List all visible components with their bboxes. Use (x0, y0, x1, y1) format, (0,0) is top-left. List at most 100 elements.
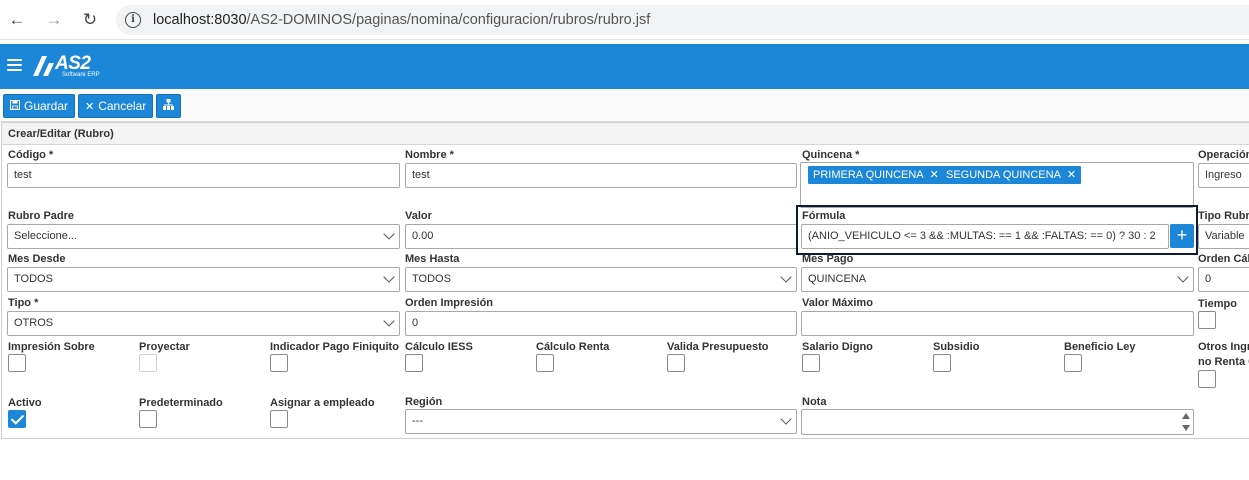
mes-hasta-label: Mes Hasta (405, 253, 460, 265)
proyectar-label: Proyectar (139, 341, 190, 353)
chevron-down-icon (1177, 271, 1189, 283)
mes-hasta-value: TODOS (412, 273, 451, 285)
valida-presupuesto-label: Valida Presupuesto (667, 341, 769, 353)
mes-desde-value: TODOS (14, 273, 53, 285)
tipo-rubro-label: Tipo Rubr (1198, 210, 1249, 222)
otros-ingresos-checkbox[interactable] (1198, 370, 1216, 388)
calculo-iess-label: Cálculo IESS (405, 341, 473, 353)
back-arrow-icon[interactable]: ← (6, 9, 28, 31)
subsidio-checkbox[interactable] (933, 354, 951, 372)
cancel-button[interactable]: ✕ Cancelar (78, 94, 154, 118)
tipo-select[interactable]: OTROS (7, 311, 400, 336)
remove-chip-icon[interactable]: ✕ (1067, 169, 1076, 181)
impresion-sobre-checkbox[interactable] (8, 354, 26, 372)
codigo-label: Código * (8, 149, 54, 161)
otros-ingresos-label-line2: no Renta C (1198, 356, 1249, 368)
rubro-padre-value: Seleccione... (14, 230, 77, 242)
mes-hasta-select[interactable]: TODOS (405, 267, 797, 292)
chevron-down-icon (780, 271, 792, 283)
add-formula-button[interactable]: + (1170, 224, 1194, 248)
chevron-down-icon (383, 315, 395, 327)
panel-title: Crear/Editar (Rubro) (2, 123, 1249, 145)
tipo-rubro-select[interactable]: Variable (1198, 224, 1249, 249)
calculo-renta-label: Cálculo Renta (536, 341, 610, 353)
orden-calculo-input[interactable]: 0 (1198, 267, 1249, 292)
tipo-label: Tipo * (8, 297, 39, 309)
sitemap-button[interactable] (156, 94, 181, 118)
nota-label: Nota (802, 396, 827, 408)
forward-arrow-icon[interactable]: → (43, 9, 65, 31)
action-toolbar: Guardar ✕ Cancelar (0, 89, 1249, 122)
predeterminado-label: Predeterminado (139, 397, 223, 409)
asignar-empleado-label: Asignar a empleado (270, 397, 375, 409)
region-label: Región (405, 396, 443, 408)
codigo-input[interactable]: test (7, 163, 400, 188)
operacion-select[interactable]: Ingreso (1198, 163, 1249, 188)
mes-pago-value: QUINCENA (808, 273, 867, 285)
region-select[interactable]: --- (405, 409, 797, 434)
valida-presupuesto-checkbox[interactable] (667, 354, 685, 372)
chevron-down-icon (383, 228, 395, 240)
indicador-pago-finiquito-checkbox[interactable] (270, 354, 288, 372)
spin-down-icon[interactable] (1182, 425, 1190, 431)
plus-icon: + (1176, 225, 1188, 245)
url-path: /AS2-DOMINOS/paginas/nomina/configuracio… (246, 12, 651, 28)
floppy-disk-icon (10, 96, 20, 118)
quincena-chip: PRIMERA QUINCENA ✕ (808, 166, 944, 184)
formula-input[interactable]: (ANIO_VEHICULO <= 3 && :MULTAS: == 1 && … (801, 224, 1169, 249)
as2-logo: AS2 Software ERP (31, 52, 121, 80)
impresion-sobre-label: Impresión Sobre (8, 341, 95, 353)
calculo-iess-checkbox[interactable] (405, 354, 423, 372)
tiempo-label: Tiempo (1198, 298, 1237, 310)
site-info-icon[interactable]: i (125, 12, 141, 28)
mes-desde-select[interactable]: TODOS (7, 267, 400, 292)
save-label: Guardar (24, 99, 69, 113)
salario-digno-checkbox[interactable] (802, 354, 820, 372)
operacion-label: Operación (1198, 149, 1249, 161)
reload-icon[interactable]: ↻ (79, 9, 101, 31)
nota-textarea[interactable] (801, 409, 1194, 435)
quincena-multiselect[interactable]: PRIMERA QUINCENA ✕ SEGUNDA QUINCENA ✕ (800, 162, 1194, 208)
otros-ingresos-label: Otros Ingr (1198, 341, 1249, 353)
url-host: localhost:8030 (153, 12, 247, 28)
salario-digno-label: Salario Digno (802, 341, 873, 353)
orden-impresion-input[interactable]: 0 (405, 311, 797, 336)
nombre-input[interactable]: test (405, 163, 797, 188)
orden-impresion-label: Orden Impresión (405, 297, 494, 309)
tipo-value: OTROS (14, 317, 54, 329)
quincena-chip: SEGUNDA QUINCENA ✕ (941, 166, 1082, 184)
mes-pago-select[interactable]: QUINCENA (801, 267, 1194, 292)
mes-desde-label: Mes Desde (8, 253, 66, 265)
sitemap-icon (163, 99, 174, 113)
valor-input[interactable]: 0.00 (405, 224, 797, 249)
close-icon: ✕ (85, 101, 95, 113)
rubro-padre-select[interactable]: Seleccione... (7, 224, 400, 249)
menu-hamburger-icon[interactable] (7, 59, 22, 72)
address-bar[interactable]: i localhost:8030/AS2-DOMINOS/paginas/nom… (116, 5, 1249, 35)
calculo-renta-checkbox[interactable] (536, 354, 554, 372)
remove-chip-icon[interactable]: ✕ (930, 169, 939, 181)
beneficio-ley-checkbox[interactable] (1064, 354, 1082, 372)
valor-label: Valor (405, 210, 432, 222)
proyectar-checkbox[interactable] (139, 354, 157, 372)
activo-checkbox[interactable] (8, 410, 26, 428)
indicador-pago-finiquito-label: Indicador Pago Finiquito (270, 341, 399, 353)
save-button[interactable]: Guardar (3, 94, 76, 118)
valor-maximo-label: Valor Máximo (802, 297, 873, 309)
formula-label: Fórmula (802, 210, 846, 222)
cancel-label: Cancelar (98, 99, 147, 113)
chip-label: SEGUNDA QUINCENA (946, 169, 1061, 181)
app-header: AS2 Software ERP (0, 44, 1249, 89)
logo-subtitle: Software ERP (62, 72, 100, 78)
quincena-label: Quincena * (802, 149, 860, 161)
as2-logo-mark-icon (33, 56, 54, 76)
browser-toolbar: ← → ↻ i localhost:8030/AS2-DOMINOS/pagin… (0, 0, 1249, 40)
mes-pago-label: Mes Pago (802, 253, 854, 265)
spin-up-icon[interactable] (1182, 413, 1190, 419)
tiempo-checkbox[interactable] (1198, 311, 1216, 329)
url-text: localhost:8030/AS2-DOMINOS/paginas/nomin… (153, 12, 650, 28)
chevron-down-icon (383, 271, 395, 283)
valor-maximo-input[interactable] (801, 311, 1194, 336)
predeterminado-checkbox[interactable] (139, 410, 157, 428)
asignar-empleado-checkbox[interactable] (270, 410, 288, 428)
